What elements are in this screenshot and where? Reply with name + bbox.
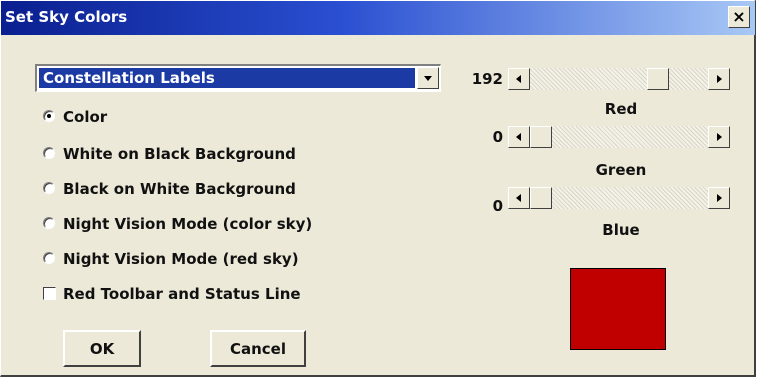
option-label-white-on-black: White on Black Background — [63, 145, 296, 163]
scroll-left-icon[interactable] — [508, 126, 530, 148]
scroll-left-icon[interactable] — [508, 187, 530, 209]
blue-slider-thumb[interactable] — [530, 187, 552, 209]
option-label-black-on-white: Black on White Background — [63, 180, 296, 198]
radio-button-night-vision-red[interactable] — [43, 252, 55, 264]
option-label-night-vision-red: Night Vision Mode (red sky) — [63, 250, 299, 268]
window-title: Set Sky Colors — [5, 8, 128, 26]
option-label-color: Color — [63, 108, 108, 126]
cancel-button[interactable]: Cancel — [210, 330, 306, 367]
green-label: Green — [595, 161, 647, 179]
radio-button-black-on-white[interactable] — [43, 182, 55, 194]
scroll-right-icon[interactable] — [708, 187, 730, 209]
green-slider[interactable] — [508, 126, 730, 148]
scroll-right-icon[interactable] — [708, 126, 730, 148]
set-sky-colors-dialog: Set Sky Colors × Constellation Labels Co… — [0, 0, 756, 377]
radio-button-white-on-black[interactable] — [43, 147, 55, 159]
red-slider[interactable] — [508, 68, 730, 90]
option-label-night-vision-color: Night Vision Mode (color sky) — [63, 215, 313, 233]
close-button[interactable]: × — [728, 6, 750, 28]
radio-button-color[interactable] — [43, 110, 55, 122]
chevron-down-icon[interactable] — [417, 67, 439, 89]
blue-value: 0 — [492, 197, 503, 215]
blue-label: Blue — [602, 221, 640, 239]
element-dropdown[interactable]: Constellation Labels — [35, 64, 441, 92]
scroll-right-icon[interactable] — [708, 68, 730, 90]
green-value: 0 — [492, 128, 503, 146]
color-preview-swatch — [570, 268, 666, 350]
checkbox-label: Red Toolbar and Status Line — [63, 285, 301, 303]
red-value: 192 — [471, 70, 503, 88]
ok-button[interactable]: OK — [63, 330, 141, 367]
green-slider-thumb[interactable] — [530, 126, 552, 148]
dropdown-selected-value: Constellation Labels — [39, 68, 415, 88]
title-bar[interactable]: Set Sky Colors × — [1, 1, 755, 35]
red-slider-thumb[interactable] — [647, 68, 669, 90]
blue-slider[interactable] — [508, 187, 730, 209]
checkbox[interactable] — [43, 287, 56, 300]
red-label: Red — [604, 100, 638, 118]
scroll-left-icon[interactable] — [508, 68, 530, 90]
radio-button-night-vision-color[interactable] — [43, 217, 55, 229]
close-icon: × — [732, 7, 746, 26]
